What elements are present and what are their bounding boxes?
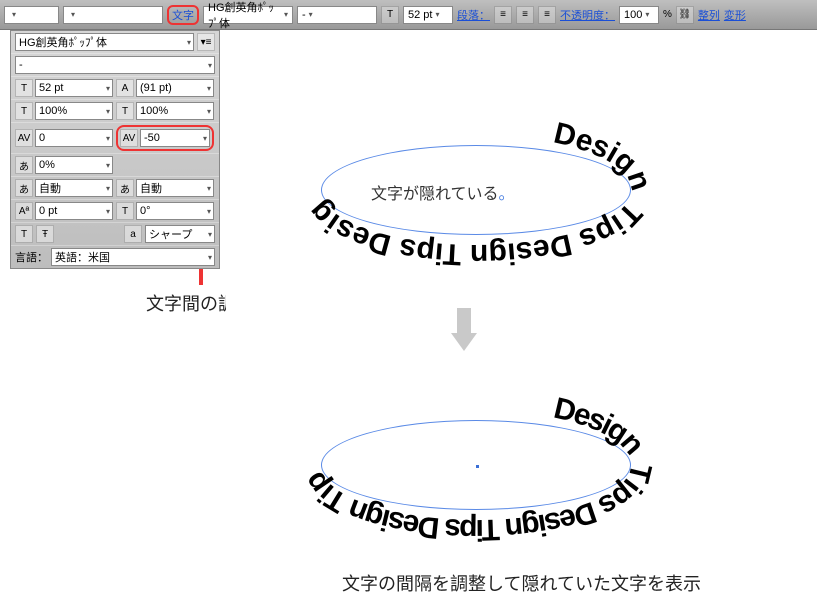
progress-arrow-icon <box>451 308 477 353</box>
character-panel: HG創英角ﾎﾟｯﾌﾟ体 ▾≡ - T 52 pt A (91 pt) T 100% T… <box>10 30 220 269</box>
panel-menu-icon[interactable]: ▾≡ <box>197 33 215 51</box>
font-style-value: - <box>302 9 306 21</box>
panel-tracking-value: -50 <box>144 132 160 144</box>
align-left-icon[interactable]: ≡ <box>494 6 512 24</box>
panel-tsume-value: 0% <box>39 159 55 171</box>
panel-kerning-value: 0 <box>39 132 45 144</box>
top-toolbar: 文字 HG創英角ﾎﾟｯﾌﾟ体 - T 52 pt 段落： ≡ ≡ ≡ 不透明度：… <box>0 0 817 30</box>
ellipse-before: Design Tips Design Tips Design Tips Desi… <box>276 75 676 285</box>
character-menu-highlight: 文字 <box>167 5 199 25</box>
rotation-icon: T <box>116 202 134 220</box>
panel-tsume-field[interactable]: 0% <box>35 156 113 174</box>
lang-label: 言語： <box>15 249 48 265</box>
hidden-text-annotation: 文字が隠れている。 <box>371 180 515 204</box>
aa-value: シャープ <box>149 226 192 242</box>
font-size-value: 52 pt <box>408 9 432 21</box>
tracking-icon: AV <box>120 129 138 147</box>
panel-leading-field[interactable]: (91 pt) <box>136 79 214 97</box>
align-right-icon[interactable]: ≡ <box>538 6 556 24</box>
panel-vscale-field[interactable]: 100% <box>136 102 214 120</box>
lang-value: 英語：米国 <box>55 249 110 265</box>
paragraph-link[interactable]: 段落： <box>457 7 490 23</box>
opacity-field[interactable]: 100 <box>619 6 659 24</box>
text-on-path-after-svg: Design Tips Design Tips Design Tips Desi… <box>276 350 676 560</box>
panel-rotation-field[interactable]: 0° <box>136 202 214 220</box>
panel-baseshift-field[interactable]: 0 pt <box>35 202 113 220</box>
aa-field[interactable]: シャープ <box>145 225 215 243</box>
baseline-icon: あ <box>15 179 33 197</box>
panel-font-family[interactable]: HG創英角ﾎﾟｯﾌﾟ体 <box>15 33 194 51</box>
tool-preset-dropdown[interactable] <box>4 6 59 24</box>
font-size-icon: T <box>381 6 399 24</box>
font-family-dropdown[interactable]: HG創英角ﾎﾟｯﾌﾟ体 <box>203 6 293 24</box>
aki-icon: あ <box>116 179 134 197</box>
font-family-value: HG創英角ﾎﾟｯﾌﾟ体 <box>208 0 281 31</box>
panel-aki-field[interactable]: 自動 <box>136 179 214 197</box>
panel-aki-value: 自動 <box>140 180 162 196</box>
font-size-pic: T <box>15 79 33 97</box>
character-menu-link[interactable]: 文字 <box>172 10 194 22</box>
panel-font-style[interactable]: - <box>15 56 215 74</box>
chain-icon[interactable]: ⛓ <box>676 6 694 24</box>
panel-font-family-value: HG創英角ﾎﾟｯﾌﾟ体 <box>19 34 107 50</box>
panel-baseshift-value: 0 pt <box>39 205 57 217</box>
text-on-path-before[interactable]: Design Tips Design Tips Design Tips Desi… <box>276 75 657 271</box>
panel-rotation-value: 0° <box>140 205 151 217</box>
baseline-shift-icon: Aª <box>15 202 33 220</box>
style-dropdown[interactable] <box>63 6 163 24</box>
panel-size-value: 52 pt <box>39 82 63 94</box>
text-on-path-after[interactable]: Design Tips Design Tips Design Tips Desi… <box>276 350 658 546</box>
bottom-caption: 文字の間隔を調整して隠れていた文字を表示 <box>226 570 817 596</box>
vscale-icon: T <box>116 102 134 120</box>
panel-tracking-field[interactable]: -50 <box>140 129 210 147</box>
ellipse-after: Design Tips Design Tips Design Tips Desi… <box>276 350 676 560</box>
canvas-area: Design Tips Design Tips Design Tips Desi… <box>226 30 817 605</box>
opacity-label[interactable]: 不透明度： <box>560 7 615 23</box>
align-center-icon[interactable]: ≡ <box>516 6 534 24</box>
font-size-dropdown[interactable]: 52 pt <box>403 6 453 24</box>
panel-kerning-field[interactable]: 0 <box>35 129 113 147</box>
tracking-highlight: AV -50 <box>116 125 214 151</box>
lang-field[interactable]: 英語：米国 <box>51 248 215 266</box>
kerning-icon: AV <box>15 129 33 147</box>
opacity-percent: % <box>663 9 672 20</box>
aa-icon: a <box>124 225 142 243</box>
panel-baseline-field[interactable]: 自動 <box>35 179 113 197</box>
panel-font-style-value: - <box>19 59 23 71</box>
transform-panel-link[interactable]: 変形 <box>724 7 746 23</box>
align-panel-link[interactable]: 整列 <box>698 7 720 23</box>
panel-leading-value: (91 pt) <box>140 82 172 94</box>
panel-hscale-field[interactable]: 100% <box>35 102 113 120</box>
panel-size-field[interactable]: 52 pt <box>35 79 113 97</box>
hscale-icon: T <box>15 102 33 120</box>
leading-icon: A <box>116 79 134 97</box>
panel-vscale-value: 100% <box>140 105 168 117</box>
opacity-value: 100 <box>624 9 642 21</box>
panel-hscale-value: 100% <box>39 105 67 117</box>
tsume-icon: あ <box>15 156 33 174</box>
panel-baseline-value: 自動 <box>39 180 61 196</box>
faux-t-icon[interactable]: Ŧ <box>36 225 54 243</box>
bold-t-icon[interactable]: T <box>15 225 33 243</box>
font-style-dropdown[interactable]: - <box>297 6 377 24</box>
